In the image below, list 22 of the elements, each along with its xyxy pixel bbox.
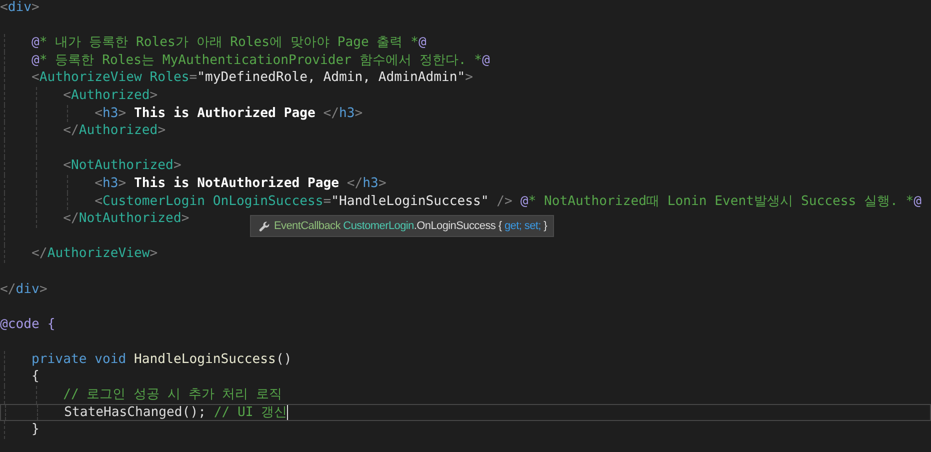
code-line: } bbox=[30, 421, 40, 439]
code-line: <h3> This is NotAuthorized Page </h3> bbox=[94, 174, 386, 193]
code-line: </Authorized> bbox=[62, 122, 166, 140]
code-line: <AuthorizeView Roles="myDefinedRole, Admin, AdminAdmin"> bbox=[30, 69, 474, 87]
text-cursor bbox=[287, 404, 288, 420]
code-line: // 로그인 성공 시 추가 처리 로직 bbox=[62, 386, 282, 404]
wrench-icon bbox=[259, 220, 270, 232]
code-line: </div> bbox=[0, 280, 48, 298]
tooltip-text: EventCallback CustomerLogin.OnLoginSuccess { get; set; } bbox=[274, 220, 548, 232]
code-line: @* 내가 등록한 Roles가 아래 Roles에 맞아야 Page 출력 *@ bbox=[30, 34, 426, 52]
code-line: private void HandleLoginSuccess() bbox=[30, 350, 292, 368]
code-line: { bbox=[30, 368, 40, 386]
code-line: </AuthorizeView> bbox=[30, 245, 158, 263]
code-line: @code { bbox=[0, 316, 56, 334]
code-line: </NotAuthorized> bbox=[62, 210, 190, 228]
code-line: <Authorized> bbox=[62, 86, 158, 105]
code-line: StateHasChanged(); // UI 갱신 bbox=[63, 404, 288, 420]
code-line: <NotAuthorized> bbox=[62, 157, 182, 175]
code-line: @* 등록한 Roles는 MyAuthenticationProvider 함수에서 정한다. *@ bbox=[30, 52, 490, 70]
code-line: <div> bbox=[0, 0, 40, 17]
code-line: <h3> This is Authorized Page </h3> bbox=[94, 104, 363, 122]
code-line: <CustomerLogin OnLoginSuccess="HandleLoginSuccess" /> @* NotAuthorized때 Lonin Event발생시 Success 실행. *@ bbox=[94, 192, 922, 210]
